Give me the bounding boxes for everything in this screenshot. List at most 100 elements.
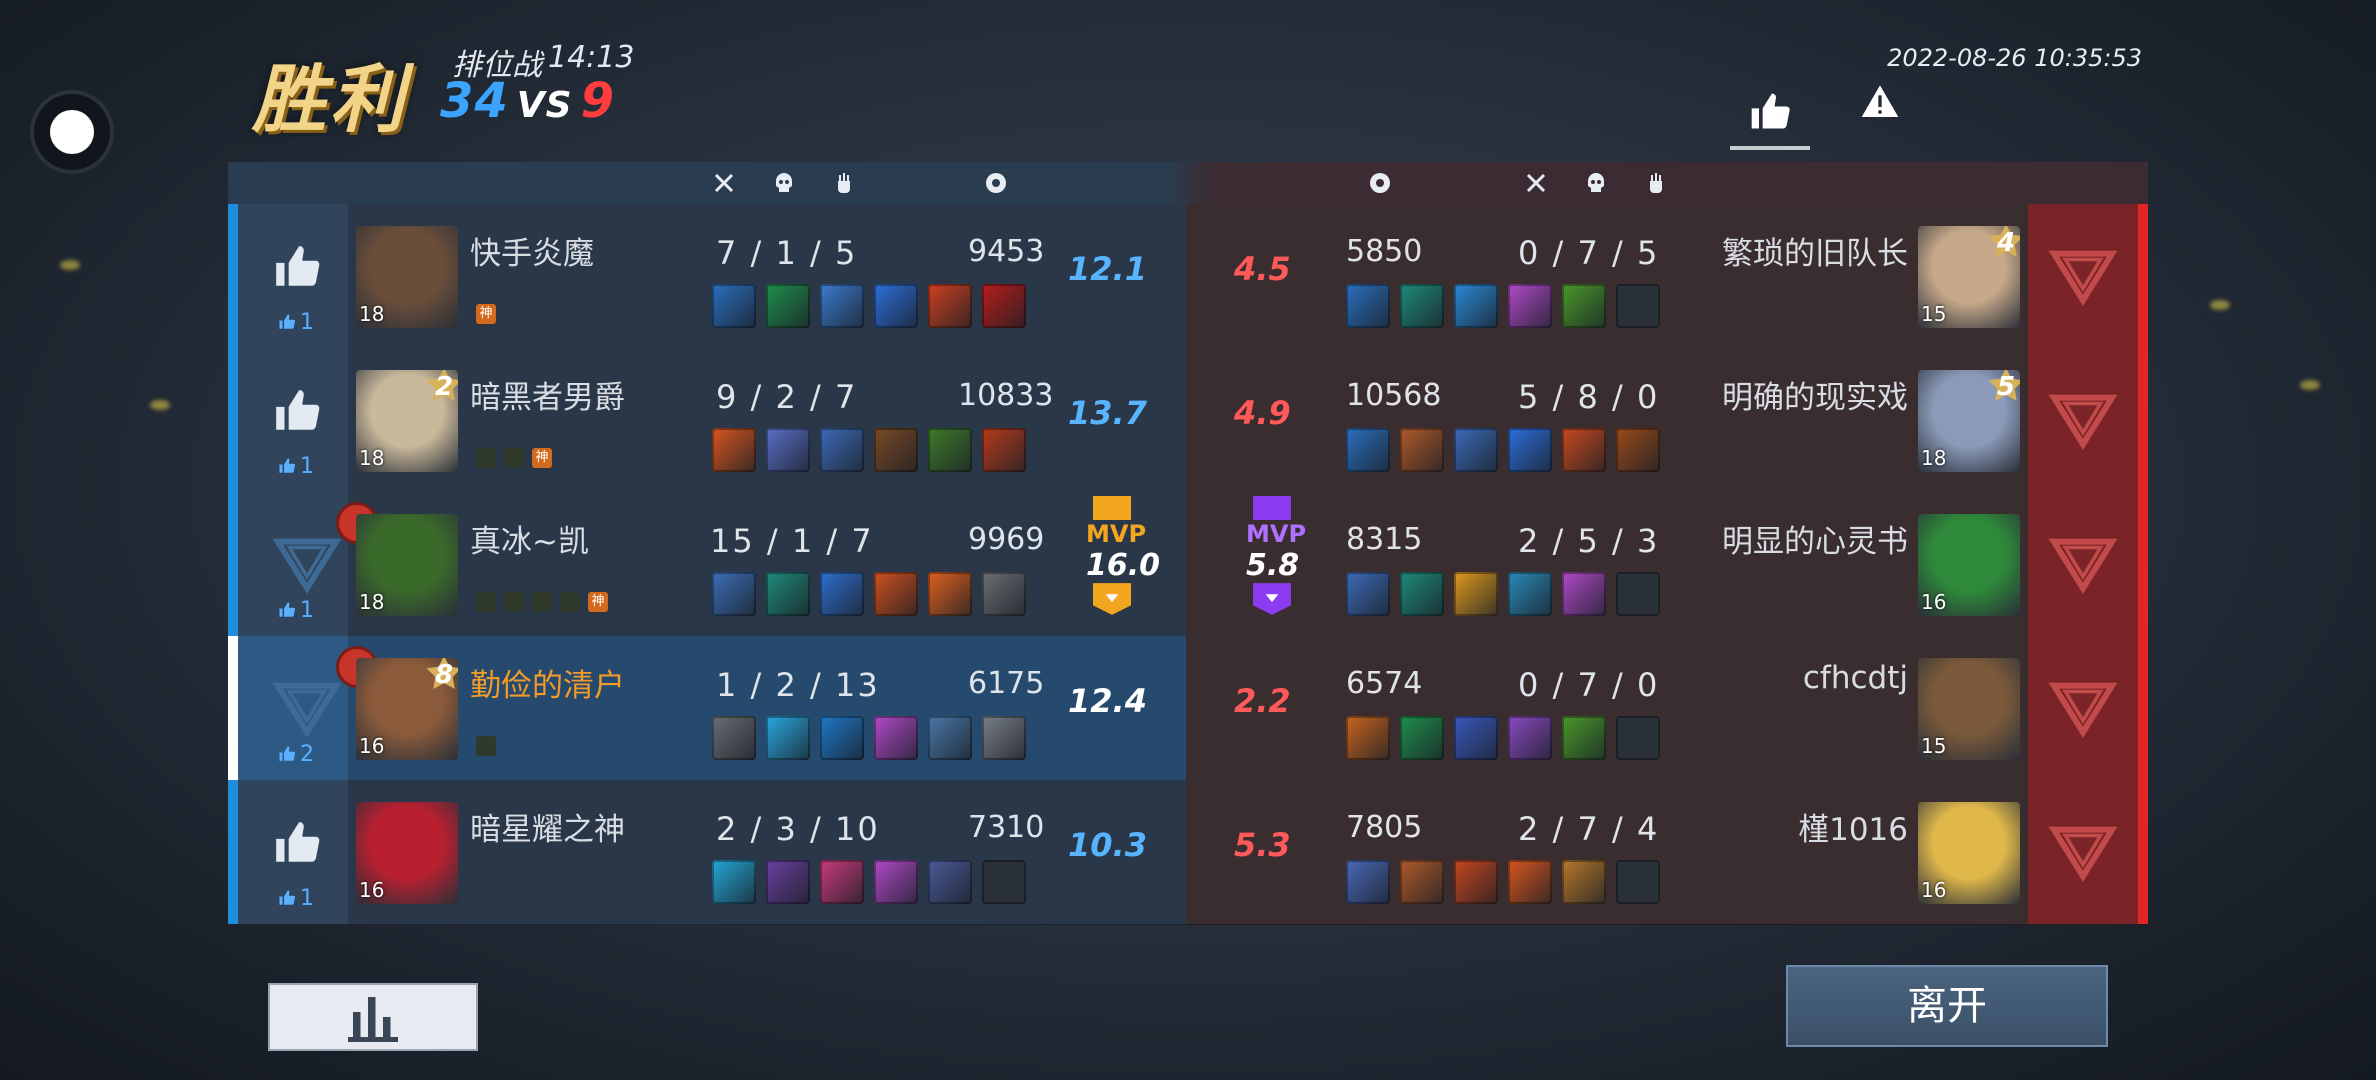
item-icon[interactable] <box>1400 716 1444 760</box>
hero-avatar[interactable]: 4 15 <box>1918 226 2020 328</box>
item-icon[interactable] <box>1616 716 1660 760</box>
like-player-button[interactable]: 1 <box>238 492 348 636</box>
player-name[interactable]: 繁琐的旧队长 <box>1722 228 1908 273</box>
hero-avatar[interactable]: 5 18 <box>1918 370 2020 472</box>
like-player-button[interactable]: 1 <box>238 780 348 924</box>
item-icon[interactable] <box>982 716 1026 760</box>
like-player-button[interactable]: 2 <box>238 636 348 780</box>
player-name[interactable]: 快手炎魔 <box>470 228 594 273</box>
item-icon[interactable] <box>1616 284 1660 328</box>
player-name[interactable]: 明确的现实戏 <box>1722 372 1908 417</box>
item-icon[interactable] <box>1454 860 1498 904</box>
player-name[interactable]: cfhcdtj <box>1803 660 1908 696</box>
item-icon[interactable] <box>1508 428 1552 472</box>
item-icon[interactable] <box>712 284 756 328</box>
item-icon[interactable] <box>766 860 810 904</box>
item-icon[interactable] <box>1400 428 1444 472</box>
item-icon[interactable] <box>874 716 918 760</box>
item-icon[interactable] <box>1346 572 1390 616</box>
hero-avatar[interactable]: 16 <box>1918 802 2020 904</box>
item-icon[interactable] <box>1454 428 1498 472</box>
floating-assist-button[interactable] <box>30 90 114 174</box>
hero-avatar[interactable]: 16 <box>1918 514 2020 616</box>
item-icon[interactable] <box>1454 284 1498 328</box>
hero-avatar[interactable]: 18 <box>356 514 458 616</box>
thumbs-up-small-icon <box>279 458 296 473</box>
like-tab[interactable] <box>1730 78 1810 150</box>
item-icon[interactable] <box>820 716 864 760</box>
item-icon[interactable] <box>1562 860 1606 904</box>
item-icon[interactable] <box>1508 572 1552 616</box>
item-icon[interactable] <box>1346 716 1390 760</box>
item-icon[interactable] <box>1454 572 1498 616</box>
item-icon[interactable] <box>712 572 756 616</box>
kda: 7 / 1 / 5 <box>716 234 858 272</box>
item-icon[interactable] <box>820 860 864 904</box>
item-icon[interactable] <box>1508 284 1552 328</box>
item-icon[interactable] <box>766 716 810 760</box>
item-icon[interactable] <box>820 284 864 328</box>
item-icon[interactable] <box>1346 284 1390 328</box>
dislike-player-button[interactable] <box>2028 636 2138 780</box>
player-name[interactable]: 勤俭的清户 <box>470 660 625 705</box>
player-name[interactable]: 暗黑者男爵 <box>470 372 625 417</box>
item-icon[interactable] <box>1562 716 1606 760</box>
item-icon[interactable] <box>928 284 972 328</box>
leave-button[interactable]: 离开 <box>1786 965 2108 1047</box>
item-icon[interactable] <box>928 428 972 472</box>
item-icon[interactable] <box>1346 428 1390 472</box>
item-icon[interactable] <box>1616 428 1660 472</box>
player-name[interactable]: 真冰~凯 <box>470 516 589 561</box>
item-icon[interactable] <box>712 716 756 760</box>
item-icon[interactable] <box>1562 428 1606 472</box>
item-icon[interactable] <box>874 284 918 328</box>
item-icon[interactable] <box>1400 572 1444 616</box>
hero-level: 16 <box>359 734 385 758</box>
item-icon[interactable] <box>766 428 810 472</box>
player-name[interactable]: 明显的心灵书 <box>1722 516 1908 561</box>
report-button[interactable] <box>1860 82 1900 122</box>
item-icon[interactable] <box>874 860 918 904</box>
player-name[interactable]: 槿1016 <box>1798 804 1908 849</box>
item-icon[interactable] <box>874 428 918 472</box>
item-icon[interactable] <box>1562 572 1606 616</box>
item-icon[interactable] <box>1400 284 1444 328</box>
hero-avatar[interactable]: 2 18 <box>356 370 458 472</box>
item-icon[interactable] <box>1616 860 1660 904</box>
item-icon[interactable] <box>1508 716 1552 760</box>
item-icon[interactable] <box>982 284 1026 328</box>
item-icon[interactable] <box>712 428 756 472</box>
item-icon[interactable] <box>1562 284 1606 328</box>
item-icon[interactable] <box>928 860 972 904</box>
item-icon[interactable] <box>712 860 756 904</box>
item-icon[interactable] <box>982 860 1026 904</box>
item-icon[interactable] <box>982 572 1026 616</box>
hero-avatar[interactable]: 16 <box>356 802 458 904</box>
hero-avatar[interactable]: 8 16 <box>356 658 458 760</box>
item-icon[interactable] <box>1454 716 1498 760</box>
like-player-button[interactable]: 1 <box>238 348 348 492</box>
like-player-button[interactable]: 1 <box>238 204 348 348</box>
item-icon[interactable] <box>1508 860 1552 904</box>
item-icon[interactable] <box>928 716 972 760</box>
item-icon[interactable] <box>874 572 918 616</box>
item-icon[interactable] <box>766 572 810 616</box>
dislike-player-button[interactable] <box>2028 780 2138 924</box>
stats-chart-button[interactable] <box>268 983 478 1051</box>
dislike-player-button[interactable] <box>2028 204 2138 348</box>
item-icon[interactable] <box>1346 860 1390 904</box>
dislike-player-button[interactable] <box>2028 492 2138 636</box>
item-icon[interactable] <box>1400 860 1444 904</box>
hero-avatar[interactable]: 15 <box>1918 658 2020 760</box>
dislike-player-button[interactable] <box>2028 348 2138 492</box>
item-icon[interactable] <box>820 428 864 472</box>
triangle-down-icon <box>2048 394 2118 450</box>
player-name[interactable]: 暗星耀之神 <box>470 804 625 849</box>
item-icon[interactable] <box>1616 572 1660 616</box>
item-icon[interactable] <box>766 284 810 328</box>
performance-rating: 4.9 <box>1234 394 1291 432</box>
item-icon[interactable] <box>820 572 864 616</box>
hero-avatar[interactable]: 18 <box>356 226 458 328</box>
item-icon[interactable] <box>928 572 972 616</box>
item-icon[interactable] <box>982 428 1026 472</box>
